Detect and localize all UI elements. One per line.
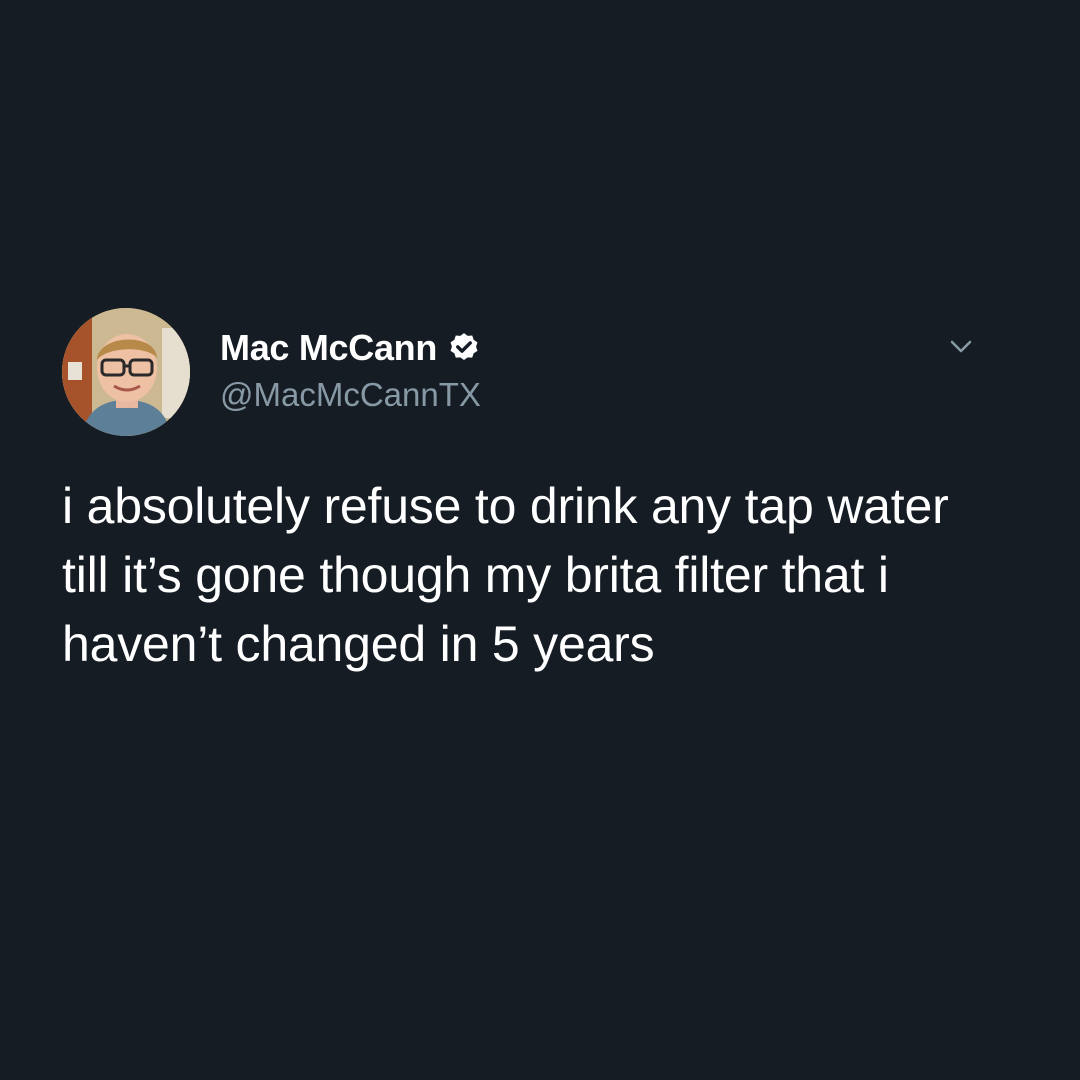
chevron-down-icon[interactable]: [945, 330, 977, 362]
tweet-text: i absolutely refuse to drink any tap wat…: [62, 478, 949, 672]
avatar[interactable]: [62, 308, 190, 436]
tweet-screenshot: Mac McCann @MacMcCannTX i absolutely ref…: [0, 0, 1080, 1080]
display-name-row: Mac McCann: [220, 326, 481, 370]
verified-badge-icon: [450, 333, 478, 361]
author-block: Mac McCann @MacMcCannTX: [220, 326, 481, 414]
display-name[interactable]: Mac McCann: [220, 327, 437, 369]
handle[interactable]: @MacMcCannTX: [220, 376, 481, 414]
